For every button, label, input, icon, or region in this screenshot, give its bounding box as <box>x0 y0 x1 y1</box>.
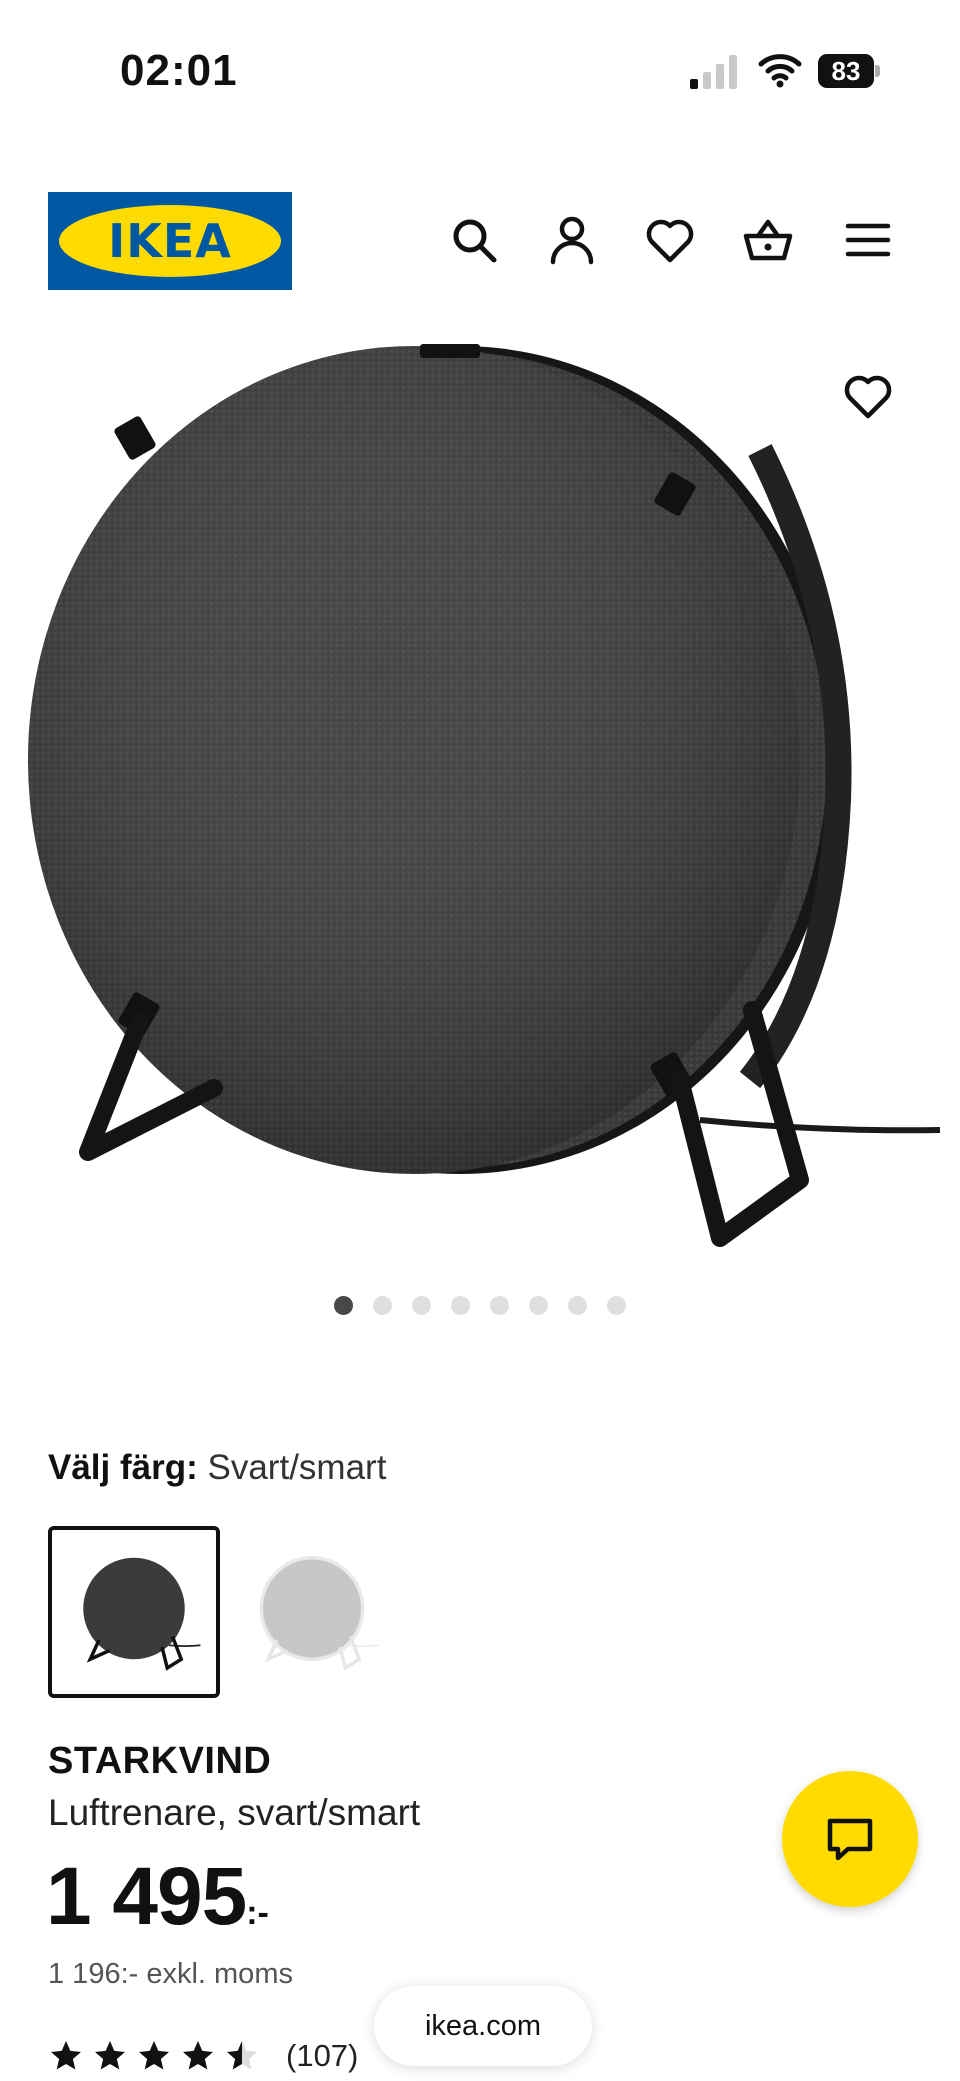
logo-text: IKEA <box>108 214 232 268</box>
carousel-dot[interactable] <box>373 1296 392 1315</box>
color-label-title: Välj färg: <box>48 1448 198 1487</box>
status-time: 02:01 <box>120 46 238 95</box>
carousel-dot[interactable] <box>607 1296 626 1315</box>
star-full-icon <box>139 2041 169 2070</box>
review-count[interactable]: (107) <box>286 2038 358 2074</box>
product-price: 1 495:- <box>46 1850 269 1944</box>
browser-url-bar[interactable]: ikea.com <box>374 1986 592 2066</box>
carousel-dots <box>0 1296 960 1320</box>
star-full-icon <box>51 2041 81 2070</box>
chat-button[interactable] <box>782 1771 918 1907</box>
cellular-signal-icon <box>690 55 740 89</box>
battery-level: 83 <box>818 54 874 88</box>
carousel-dot[interactable] <box>529 1296 548 1315</box>
product-image[interactable] <box>0 320 960 1280</box>
ikea-logo[interactable]: IKEA <box>48 192 292 290</box>
battery-icon: 83 <box>818 54 880 88</box>
shopping-basket-icon[interactable] <box>742 214 794 266</box>
account-icon[interactable] <box>546 214 598 266</box>
product-name: STARKVIND <box>48 1740 272 1782</box>
wifi-icon <box>758 52 802 88</box>
color-label: Välj färg: Svart/smart <box>48 1448 386 1488</box>
color-swatch-black[interactable] <box>48 1526 220 1698</box>
carousel-dot[interactable] <box>334 1296 353 1315</box>
star-full-icon <box>95 2041 125 2070</box>
status-bar: 02:01 83 <box>0 0 960 140</box>
chat-bubble-icon <box>827 1818 873 1861</box>
carousel-dot[interactable] <box>568 1296 587 1315</box>
price-excluding-vat: 1 196:- exkl. moms <box>48 1958 293 1990</box>
price-main: 1 495 <box>46 1851 247 1942</box>
carousel-dot[interactable] <box>412 1296 431 1315</box>
color-swatch-white[interactable] <box>226 1526 398 1698</box>
site-header: IKEA <box>0 192 960 292</box>
star-half-icon <box>227 2041 257 2070</box>
menu-icon[interactable] <box>842 214 894 266</box>
price-suffix: :- <box>246 1894 269 1932</box>
favorites-heart-icon[interactable] <box>644 214 696 266</box>
image-favorite-heart-icon[interactable] <box>842 370 894 422</box>
star-full-icon <box>183 2041 213 2070</box>
search-icon[interactable] <box>448 214 500 266</box>
color-value: Svart/smart <box>207 1448 387 1487</box>
product-rating[interactable]: (107) <box>48 2036 358 2076</box>
rating-stars <box>48 2038 260 2074</box>
product-description: Luftrenare, svart/smart <box>48 1792 421 1833</box>
carousel-dot[interactable] <box>490 1296 509 1315</box>
carousel-dot[interactable] <box>451 1296 470 1315</box>
product-page: 02:01 83 IKEA Välj färg: Svart/smart STA… <box>0 0 960 2081</box>
